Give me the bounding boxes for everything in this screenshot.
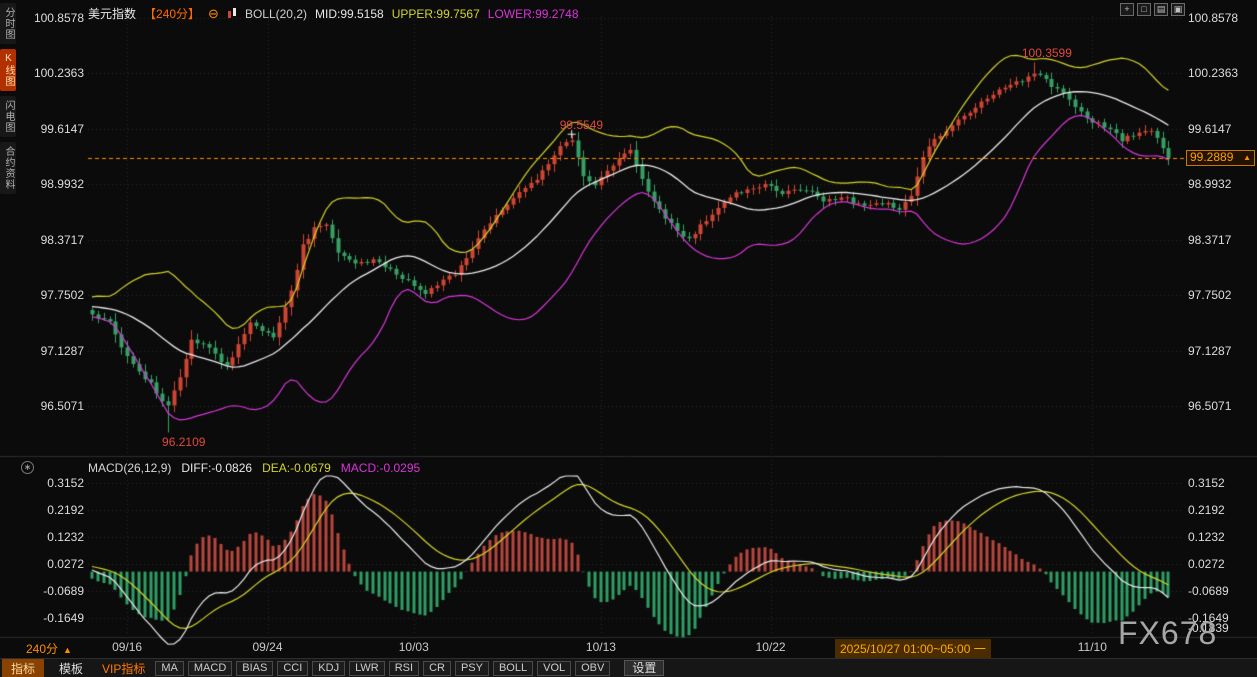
timeframe-arrow-icon: ▲	[63, 645, 72, 655]
sidebar-tab-kline-chart[interactable]: K线图	[0, 49, 16, 91]
split-windows-icon[interactable]: ▤	[1154, 3, 1168, 16]
indicator-button-bias[interactable]: BIAS	[236, 660, 274, 676]
trading-terminal: 分时图 K线图 闪电图 合约资料 美元指数 【240分】 ⊖ BOLL(20,2…	[0, 0, 1257, 677]
collapse-icon[interactable]: ⊖	[208, 6, 219, 22]
selected-date-label: 2025/10/27 01:00~05:00 一	[834, 639, 991, 658]
last-price-value: 99.2889	[1190, 150, 1234, 165]
kline-chart-canvas[interactable]	[0, 0, 1257, 677]
macd-indicator-label: MACD(26,12,9)	[88, 461, 172, 475]
indicator-button-ma[interactable]: MA	[155, 660, 184, 676]
timeframe-badge[interactable]: 240分 ▲	[26, 640, 72, 657]
sidebar-tab-contract-info[interactable]: 合约资料	[0, 142, 16, 194]
date-label: 11/10	[1077, 640, 1107, 654]
toolbar-vip-indicators[interactable]: VIP指标	[98, 659, 149, 677]
new-window-icon[interactable]: +	[1120, 3, 1134, 16]
indicator-button-rsi[interactable]: RSI	[388, 660, 420, 676]
macd-dea-value: DEA:-0.0679	[262, 461, 331, 475]
grid-windows-icon[interactable]: ▣	[1171, 3, 1185, 16]
indicator-button-vol[interactable]: VOL	[537, 660, 572, 676]
date-label: 09/24	[252, 640, 283, 654]
macd-diff-value: DIFF:-0.0826	[181, 461, 253, 475]
indicator-button-kdj[interactable]: KDJ	[312, 660, 346, 676]
indicator-buttons-group: MA MACD BIAS CCI KDJ LWR RSI CR PSY BOLL VOL OBV	[155, 660, 611, 676]
indicator-button-psy[interactable]: PSY	[454, 660, 489, 676]
boll-upper-value: UPPER:99.7567	[391, 6, 480, 21]
indicator-button-cr[interactable]: CR	[423, 660, 451, 676]
bottom-toolbar: 指标 模板 VIP指标 MA MACD BIAS CCI KDJ LWR RSI CR PSY B…	[0, 658, 1257, 677]
indicator-button-cci[interactable]: CCI	[277, 660, 309, 676]
subchart-settings-icon[interactable]: ∗	[21, 461, 34, 474]
symbol-name: 美元指数	[88, 7, 137, 21]
toolbar-tab-indicators[interactable]: 指标	[2, 658, 45, 677]
macd-header: MACD(26,12,9) DIFF:-0.0826 DEA:-0.0679 M…	[88, 461, 420, 475]
single-window-icon[interactable]: □	[1137, 3, 1151, 16]
indicator-button-boll[interactable]: BOLL	[492, 660, 534, 676]
settings-button[interactable]: 设置	[624, 660, 665, 676]
last-price-tag: 99.2889 ▲	[1186, 149, 1255, 166]
sidebar-tab-time-chart[interactable]: 分时图	[0, 3, 16, 44]
toolbar-tab-templates[interactable]: 模板	[50, 659, 92, 677]
indicator-button-macd[interactable]: MACD	[187, 660, 233, 676]
boll-mid-value: MID:99.5158	[315, 6, 384, 21]
period-label: 【240分】	[144, 7, 201, 21]
date-label: 10/22	[755, 640, 786, 654]
date-label: 10/03	[398, 640, 429, 654]
candlestick-icon	[227, 8, 237, 19]
window-controls: + □ ▤ ▣	[1120, 3, 1185, 16]
indicator-button-lwr[interactable]: LWR	[349, 660, 385, 676]
date-label: 10/13	[585, 640, 616, 654]
sidebar-tab-lightning-chart[interactable]: 闪电图	[0, 96, 16, 137]
timeframe-label: 240分	[26, 642, 59, 656]
indicator-button-obv[interactable]: OBV	[575, 660, 611, 676]
date-label: 09/16	[112, 640, 143, 654]
macd-macd-value: MACD:-0.0295	[340, 461, 421, 475]
chart-header: 美元指数 【240分】 ⊖ BOLL(20,2) MID:99.5158 UPP…	[88, 5, 579, 22]
timeline: 240分 ▲ 09/16 09/24 10/03 10/13 10/22 11/10 202…	[0, 639, 1257, 658]
price-up-arrow-icon: ▲	[1243, 153, 1251, 163]
boll-indicator-label: BOLL(20,2)	[244, 6, 307, 21]
boll-lower-value: LOWER:99.2748	[487, 6, 579, 21]
left-sidebar: 分时图 K线图 闪电图 合约资料	[0, 0, 16, 657]
